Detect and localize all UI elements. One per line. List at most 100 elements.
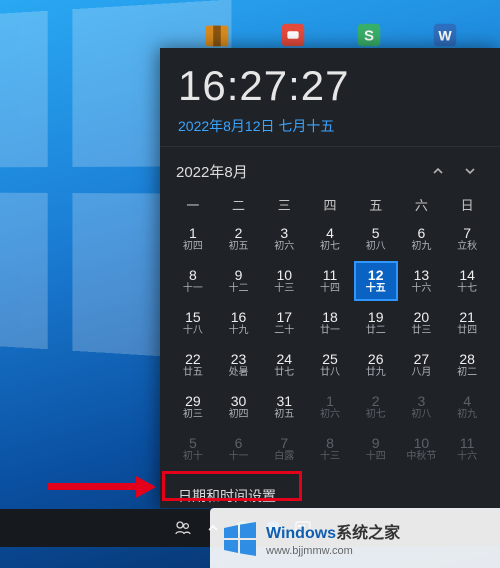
day-lunar: 二十 <box>274 325 294 336</box>
calendar-day-cell[interactable]: 2初五 <box>217 219 261 259</box>
calendar-day-cell[interactable]: 13十六 <box>400 261 444 301</box>
clock-date-link[interactable]: 2022年8月12日 七月十五 <box>178 116 482 136</box>
clock-calendar-flyout: 16:27:27 2022年8月12日 七月十五 2022年8月 一二三四五六日… <box>160 48 500 508</box>
calendar-day-cell[interactable]: 8十三 <box>308 429 352 469</box>
day-lunar: 初五 <box>229 241 249 252</box>
calendar-day-cell[interactable]: 11十六 <box>445 429 489 469</box>
spreadsheet-icon[interactable]: S <box>352 18 386 52</box>
calendar-day-cell[interactable]: 3初八 <box>400 387 444 427</box>
calendar-day-cell[interactable]: 16十九 <box>217 303 261 343</box>
calendar-week-row: 15十八16十九17二十18廿一19廿二20廿三21廿四 <box>170 302 490 344</box>
calendar-day-cell[interactable]: 11十四 <box>308 261 352 301</box>
day-lunar: 初六 <box>274 241 294 252</box>
day-number: 11 <box>323 268 338 283</box>
people-icon[interactable] <box>170 515 196 541</box>
weekday-cell: 四 <box>307 193 353 216</box>
day-lunar: 十三 <box>274 283 294 294</box>
calendar-day-cell[interactable]: 14十七 <box>445 261 489 301</box>
day-number: 8 <box>189 268 197 283</box>
day-lunar: 中秋节 <box>406 451 436 462</box>
calendar-day-cell[interactable]: 26廿九 <box>354 345 398 385</box>
calendar-day-cell[interactable]: 17二十 <box>262 303 306 343</box>
calendar-day-cell[interactable]: 4初七 <box>308 219 352 259</box>
day-number: 20 <box>414 310 430 325</box>
day-lunar: 初七 <box>366 409 386 420</box>
weekday-cell: 日 <box>444 193 490 216</box>
calendar-day-cell[interactable]: 6十一 <box>217 429 261 469</box>
day-lunar: 初八 <box>366 241 386 252</box>
day-number: 10 <box>414 436 430 451</box>
calendar-week-row: 1初四2初五3初六4初七5初八6初九7立秋 <box>170 218 490 260</box>
calendar-day-cell[interactable]: 1初四 <box>171 219 215 259</box>
pdf-icon[interactable] <box>276 18 310 52</box>
day-lunar: 十四 <box>366 451 386 462</box>
day-number: 16 <box>231 310 247 325</box>
calendar-day-cell[interactable]: 30初四 <box>217 387 261 427</box>
day-number: 21 <box>459 310 475 325</box>
day-number: 3 <box>418 394 426 409</box>
day-lunar: 初三 <box>183 409 203 420</box>
day-lunar: 十六 <box>411 283 431 294</box>
day-number: 11 <box>460 436 475 451</box>
calendar-day-cell[interactable]: 31初五 <box>262 387 306 427</box>
day-number: 1 <box>326 394 334 409</box>
calendar-day-cell[interactable]: 3初六 <box>262 219 306 259</box>
calendar-day-cell[interactable]: 5初八 <box>354 219 398 259</box>
day-lunar: 初四 <box>229 409 249 420</box>
day-lunar: 初八 <box>411 409 431 420</box>
calendar-day-cell[interactable]: 12十五 <box>354 261 398 301</box>
day-number: 6 <box>235 436 243 451</box>
next-month-button[interactable] <box>456 157 484 185</box>
calendar-day-cell[interactable]: 1初六 <box>308 387 352 427</box>
day-number: 19 <box>368 310 384 325</box>
calendar-day-cell[interactable]: 19廿二 <box>354 303 398 343</box>
day-lunar: 八月 <box>411 367 431 378</box>
calendar-day-cell[interactable]: 10中秋节 <box>400 429 444 469</box>
day-lunar: 廿四 <box>457 325 477 336</box>
day-number: 28 <box>459 352 475 367</box>
calendar-day-cell[interactable]: 25廿八 <box>308 345 352 385</box>
date-time-settings-link[interactable]: 日期和时间设置 <box>178 484 276 508</box>
day-lunar: 廿七 <box>274 367 294 378</box>
day-number: 12 <box>368 268 384 283</box>
calendar-day-cell[interactable]: 9十二 <box>217 261 261 301</box>
calendar-day-cell[interactable]: 23处暑 <box>217 345 261 385</box>
calendar-day-cell[interactable]: 6初九 <box>400 219 444 259</box>
doc-icon[interactable]: W <box>428 18 462 52</box>
calendar-day-cell[interactable]: 10十三 <box>262 261 306 301</box>
day-lunar: 初九 <box>411 241 431 252</box>
prev-month-button[interactable] <box>424 157 452 185</box>
day-number: 23 <box>231 352 247 367</box>
calendar-day-cell[interactable]: 9十四 <box>354 429 398 469</box>
watermark-banner: Windows系统之家 www.bjjmmw.com <box>210 508 500 568</box>
calendar-day-cell[interactable]: 15十八 <box>171 303 215 343</box>
calendar-day-cell[interactable]: 18廿一 <box>308 303 352 343</box>
calendar-day-cell[interactable]: 20廿三 <box>400 303 444 343</box>
day-number: 1 <box>189 226 197 241</box>
day-lunar: 十三 <box>320 451 340 462</box>
calendar-day-cell[interactable]: 8十一 <box>171 261 215 301</box>
archive-icon[interactable] <box>200 18 234 52</box>
calendar-day-cell[interactable]: 22廿五 <box>171 345 215 385</box>
day-number: 29 <box>185 394 201 409</box>
calendar-day-cell[interactable]: 28初二 <box>445 345 489 385</box>
svg-text:S: S <box>364 28 374 45</box>
calendar-day-cell[interactable]: 4初九 <box>445 387 489 427</box>
calendar-day-cell[interactable]: 7立秋 <box>445 219 489 259</box>
month-label[interactable]: 2022年8月 <box>176 161 248 182</box>
calendar-day-cell[interactable]: 29初三 <box>171 387 215 427</box>
calendar-day-cell[interactable]: 21廿四 <box>445 303 489 343</box>
day-lunar: 白露 <box>274 451 294 462</box>
calendar-day-cell[interactable]: 7白露 <box>262 429 306 469</box>
calendar-day-cell[interactable]: 24廿七 <box>262 345 306 385</box>
calendar-day-cell[interactable]: 27八月 <box>400 345 444 385</box>
calendar-day-cell[interactable]: 2初七 <box>354 387 398 427</box>
weekday-cell: 一 <box>170 193 216 216</box>
clock-time: 16:27:27 <box>178 62 482 110</box>
calendar-grid: 1初四2初五3初六4初七5初八6初九7立秋8十一9十二10十三11十四12十五1… <box>160 218 500 476</box>
day-number: 9 <box>235 268 243 283</box>
calendar-day-cell[interactable]: 5初十 <box>171 429 215 469</box>
day-lunar: 廿八 <box>320 367 340 378</box>
day-lunar: 十六 <box>457 451 477 462</box>
day-lunar: 处暑 <box>229 367 249 378</box>
